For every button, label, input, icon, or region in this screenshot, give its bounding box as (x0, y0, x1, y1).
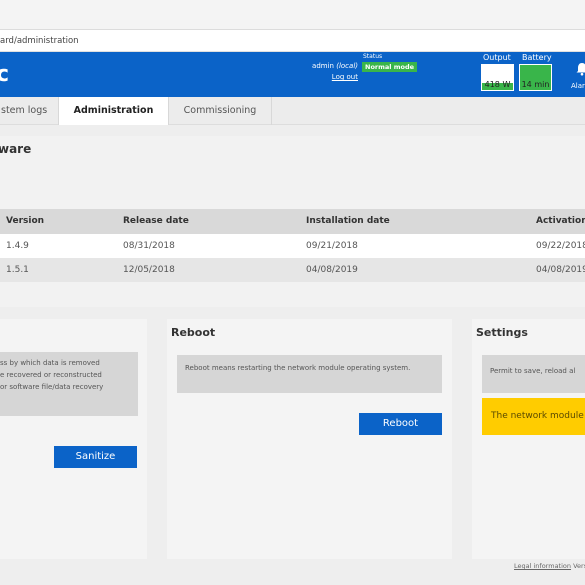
column-header-release-date: Release date (123, 216, 189, 226)
tab-bar: stem logs Administration Commissioning (0, 97, 585, 126)
user-info: admin (local) Log out (306, 61, 358, 83)
column-header-version: Version (6, 216, 45, 226)
table-row[interactable]: 1.4.9 08/31/2018 09/21/2018 09/22/2018 (0, 234, 585, 258)
tab-administration[interactable]: Administration (59, 97, 169, 126)
reboot-description: Reboot means restarting the network modu… (177, 355, 442, 393)
tab-commissioning[interactable]: Commissioning (169, 97, 272, 125)
output-value: 418 W (484, 80, 511, 89)
user-scope: (local) (336, 62, 358, 70)
cell-activation-date: 04/08/2019 (536, 265, 585, 275)
bell-icon[interactable] (575, 62, 585, 76)
table-row[interactable]: 1.5.1 12/05/2018 04/08/2019 04/08/2019 (0, 258, 585, 282)
sanitize-text-line-1: ss by which data is removed (0, 359, 100, 367)
sanitize-card: ss by which data is removed e recovered … (0, 319, 147, 559)
address-path: ard/administration (0, 36, 79, 46)
status-label: Status (363, 53, 383, 60)
address-bar[interactable]: ard/administration (0, 30, 585, 52)
browser-chrome (0, 0, 585, 30)
reboot-card: Reboot Reboot means restarting the netwo… (167, 319, 452, 559)
output-label: Output (483, 53, 511, 62)
settings-warning: The network module (482, 398, 585, 435)
battery-label: Battery (522, 53, 552, 62)
cell-activation-date: 09/22/2018 (536, 241, 585, 251)
sanitize-text-line-3: or software file/data recovery (0, 383, 104, 391)
reboot-button[interactable]: Reboot (359, 413, 442, 435)
logout-link[interactable]: Log out (306, 72, 358, 83)
cell-version: 1.5.1 (6, 265, 29, 275)
sanitize-description: ss by which data is removed e recovered … (0, 352, 138, 416)
version-label: Vers (573, 562, 585, 570)
firmware-title: ware (0, 142, 32, 156)
app-header: c admin (local) Log out Status Normal mo… (0, 52, 585, 97)
brand-logo: c (0, 62, 10, 87)
alarms-label: Alar (571, 82, 585, 90)
cell-release-date: 12/05/2018 (123, 265, 175, 275)
legal-information-link[interactable]: Legal information (514, 562, 571, 570)
tab-system-logs[interactable]: stem logs (0, 97, 59, 125)
sanitize-text-line-2: e recovered or reconstructed (0, 371, 102, 379)
settings-card: Settings Permit to save, reload al The n… (472, 319, 585, 559)
table-header-row: Version Release date Installation date A… (0, 209, 585, 234)
main-content: ware Version Release date Installation d… (0, 125, 585, 585)
cell-installation-date: 09/21/2018 (306, 241, 358, 251)
sanitize-button[interactable]: Sanitize (54, 446, 137, 468)
settings-title: Settings (476, 326, 528, 339)
cell-installation-date: 04/08/2019 (306, 265, 358, 275)
output-meter[interactable]: 418 W (481, 64, 514, 91)
battery-meter[interactable]: 14 min (519, 64, 552, 91)
cell-release-date: 08/31/2018 (123, 241, 175, 251)
firmware-panel: ware Version Release date Installation d… (0, 136, 585, 307)
status-badge: Normal mode (362, 62, 418, 72)
cell-version: 1.4.9 (6, 241, 29, 251)
settings-description: Permit to save, reload al (482, 355, 585, 393)
username: admin (312, 62, 334, 70)
reboot-title: Reboot (171, 326, 216, 339)
footer: Legal information Vers (514, 562, 585, 570)
battery-value: 14 min (521, 80, 550, 89)
column-header-activation: Activation (536, 216, 585, 226)
column-header-installation-date: Installation date (306, 216, 390, 226)
